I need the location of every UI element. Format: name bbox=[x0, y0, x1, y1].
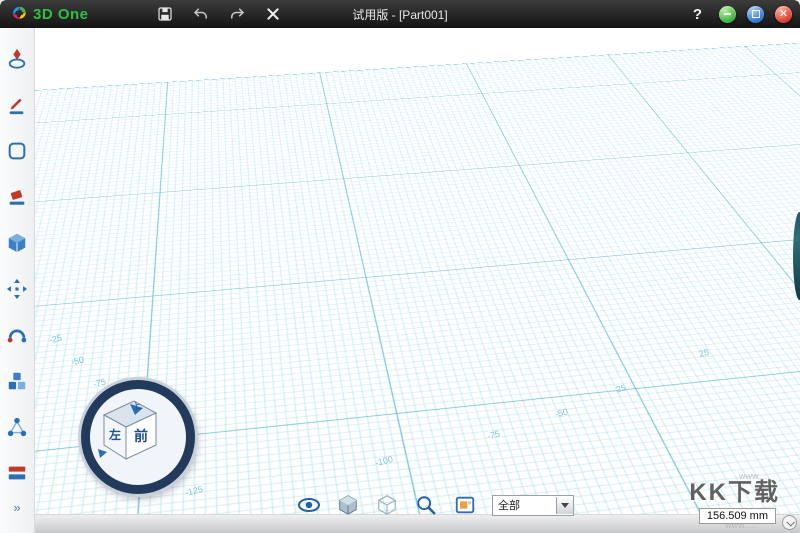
app-logo-text: 3D One bbox=[33, 6, 89, 23]
app-logo: 3D One bbox=[0, 3, 99, 26]
help-button[interactable]: ? bbox=[693, 6, 702, 23]
minimize-button[interactable] bbox=[719, 6, 736, 23]
zoom-icon[interactable] bbox=[414, 493, 438, 517]
scroll-down-button[interactable] bbox=[782, 515, 797, 530]
bend-icon[interactable] bbox=[4, 322, 30, 348]
render-mode-icon[interactable] bbox=[453, 493, 477, 517]
group-icon[interactable] bbox=[4, 414, 30, 440]
display-toolbar: 全部 bbox=[297, 493, 574, 517]
close-document-button[interactable] bbox=[262, 3, 284, 25]
save-button[interactable] bbox=[154, 3, 176, 25]
primitive-shapes-icon[interactable] bbox=[4, 46, 30, 72]
grid-measurement-readout: 156.509 mm bbox=[699, 508, 776, 524]
sketch-draw-icon[interactable] bbox=[4, 92, 30, 118]
visibility-eye-icon[interactable] bbox=[297, 493, 321, 517]
dropdown-arrow-button[interactable] bbox=[556, 497, 573, 514]
undo-button[interactable] bbox=[190, 3, 212, 25]
sketch-plane-icon[interactable] bbox=[4, 138, 30, 164]
tool-sidebar: » bbox=[0, 28, 35, 533]
viewcube-front-label[interactable]: 前 bbox=[134, 428, 148, 444]
move-icon[interactable] bbox=[4, 276, 30, 302]
app-window: 3D One bbox=[0, 0, 800, 533]
viewport-canvas[interactable]: -25-50-75-125-100-75-50-2525 上 左 前 bbox=[35, 28, 800, 533]
titlebar-tools bbox=[154, 3, 284, 25]
site-watermark: KK下载 bbox=[689, 472, 780, 507]
chevron-down-icon bbox=[561, 503, 569, 508]
right-panel-handle[interactable] bbox=[793, 212, 800, 300]
close-window-button[interactable]: ✕ bbox=[775, 6, 792, 23]
selection-filter-dropdown[interactable]: 全部 bbox=[492, 495, 574, 516]
close-icon: ✕ bbox=[779, 9, 788, 20]
sidebar-expand-button[interactable]: » bbox=[13, 500, 20, 515]
app-logo-icon bbox=[10, 3, 28, 26]
solid-feature-icon[interactable] bbox=[4, 230, 30, 256]
titlebar: 3D One bbox=[0, 0, 800, 28]
view-cube[interactable]: 上 左 前 bbox=[81, 380, 195, 494]
wireframe-view-icon[interactable] bbox=[375, 493, 399, 517]
viewcube-top-label[interactable]: 上 bbox=[131, 400, 142, 412]
minimize-icon bbox=[724, 13, 731, 15]
window-controls: ? ✕ bbox=[693, 0, 792, 28]
chevron-down-icon bbox=[786, 518, 794, 526]
maximize-button[interactable] bbox=[747, 6, 764, 23]
assembly-icon[interactable] bbox=[4, 368, 30, 394]
redo-button[interactable] bbox=[226, 3, 248, 25]
document-title: 试用版 - [Part001] bbox=[0, 6, 800, 23]
erase-icon[interactable] bbox=[4, 184, 30, 210]
viewcube-left-label[interactable]: 左 bbox=[108, 427, 121, 442]
shaded-view-icon[interactable] bbox=[336, 493, 360, 517]
selection-filter-value: 全部 bbox=[493, 497, 556, 513]
measure-icon[interactable] bbox=[4, 460, 30, 486]
maximize-icon bbox=[752, 10, 760, 18]
